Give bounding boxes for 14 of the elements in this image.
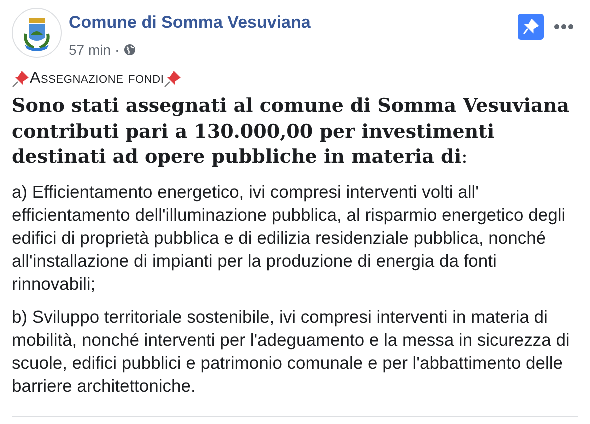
post-paragraph: a) Efficientamento energetico, ivi compresi interventi volti all' efficientamento dell'illuminazione pubblica, al risparmio energetico degli edifici di proprietà pubblica e di edilizia residenziale pubblica, nonché all'installazione di impianti per la produzione di energia da fonti rinnovabili; bbox=[12, 180, 567, 296]
crest-avatar[interactable] bbox=[12, 8, 62, 58]
pushpin-icon bbox=[523, 19, 539, 35]
globe-icon bbox=[124, 44, 136, 56]
pushpin-icon bbox=[164, 70, 182, 88]
post-heading: Assegnazione fondi bbox=[30, 70, 164, 88]
more-options-icon[interactable] bbox=[554, 24, 574, 30]
post-paragraph: b) Sviluppo territoriale sostenibile, ivi compresi interventi in materia di mobilità, nonché interventi per l'adeguamento e la messa in sicurezza di scuole, edifici pubblici e patrimonio comunale e per l'abbattimento delle barriere architettoniche. bbox=[12, 306, 571, 398]
pinned-post-button[interactable] bbox=[518, 14, 544, 40]
lead-paragraph: Sono stati assegnati al comune di Somma Vesuviana contributi pari a 130.000,00 per investimenti destinati ad opere pubbliche in materia di: bbox=[12, 94, 570, 170]
pushpin-icon bbox=[12, 70, 30, 88]
separator: · bbox=[115, 42, 120, 58]
page-name-link[interactable]: Comune di Somma Vesuviana bbox=[69, 13, 311, 33]
post-time[interactable]: 57 min bbox=[69, 42, 112, 58]
